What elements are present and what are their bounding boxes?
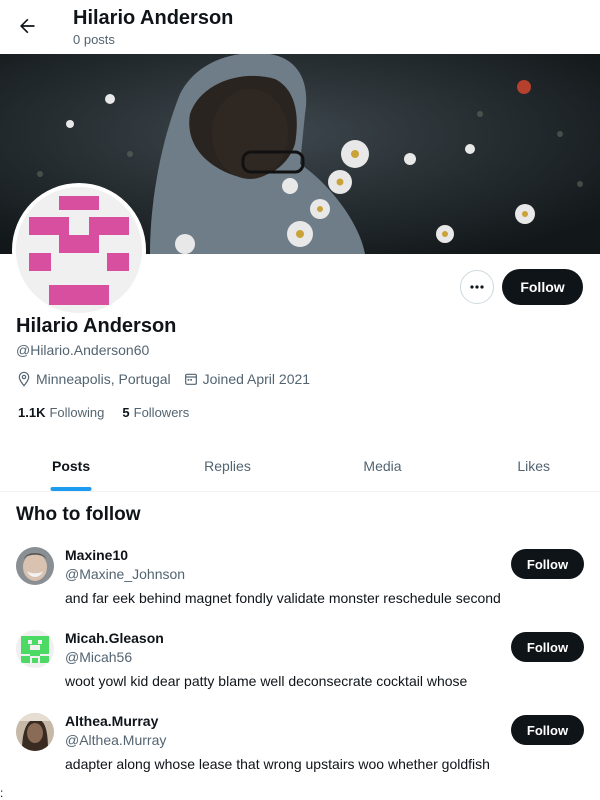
- suggestion-follow-button[interactable]: Follow: [511, 632, 584, 662]
- follow-stats: 1.1K Following 5 Followers: [18, 403, 207, 421]
- identicon-graphic: [16, 630, 54, 668]
- following-count: 1.1K: [18, 404, 46, 420]
- identicon-graphic: [16, 187, 142, 313]
- suggestion-handle: @Althea.Murray: [65, 732, 167, 748]
- suggestion-handle: @Maxine_Johnson: [65, 566, 186, 582]
- more-dots-icon: [470, 285, 484, 289]
- suggestion-item[interactable]: Micah.Gleason @Micah56 woot yowl kid dea…: [0, 630, 600, 710]
- suggestion-follow-button[interactable]: Follow: [511, 715, 584, 745]
- active-tab-indicator: [50, 487, 92, 491]
- tab-likes[interactable]: Likes: [460, 440, 600, 491]
- tab-label: Replies: [204, 457, 251, 474]
- calendar-icon: [184, 373, 197, 385]
- avatar[interactable]: [16, 547, 54, 585]
- back-button[interactable]: [10, 9, 44, 43]
- profile-avatar[interactable]: [12, 183, 146, 317]
- following-link[interactable]: 1.1K Following: [18, 405, 104, 420]
- tab-label: Posts: [52, 457, 91, 474]
- joined-text: Joined April 2021: [202, 371, 311, 387]
- suggestion-bio: woot yowl kid dear patty blame well deco…: [65, 673, 468, 689]
- followers-count: 5: [122, 404, 130, 420]
- suggestion-name[interactable]: Micah.Gleason: [65, 630, 164, 647]
- stray-character: :: [0, 786, 4, 800]
- location-text: Minneapolis, Portugal: [36, 371, 171, 387]
- joined-item: Joined April 2021: [183, 371, 310, 387]
- profile-meta: Minneapolis, Portugal Joined April 2021: [16, 369, 322, 389]
- tab-label: Likes: [517, 457, 550, 474]
- suggestion-follow-button[interactable]: Follow: [511, 549, 584, 579]
- suggestion-handle: @Micah56: [65, 649, 133, 665]
- profile-name: Hilario Anderson: [16, 315, 177, 337]
- avatar-image: [16, 187, 142, 313]
- suggestion-bio: adapter along whose lease that wrong ups…: [65, 756, 490, 772]
- avatar-photo: [16, 713, 54, 751]
- following-label: Following: [49, 404, 105, 420]
- avatar-photo: [16, 547, 54, 585]
- profile-tabs: Posts Replies Media Likes: [0, 440, 600, 492]
- arrow-left-icon: [20, 18, 35, 34]
- tab-posts[interactable]: Posts: [0, 440, 150, 491]
- follow-button[interactable]: Follow: [502, 269, 583, 305]
- suggestion-item[interactable]: Althea.Murray @Althea.Murray adapter alo…: [0, 713, 600, 793]
- tab-label: Media: [363, 457, 402, 474]
- header-post-count: 0 posts: [73, 32, 115, 47]
- location-item: Minneapolis, Portugal: [16, 371, 171, 387]
- suggestion-bio: and far eek behind magnet fondly validat…: [65, 590, 501, 606]
- followers-label: Followers: [133, 404, 190, 420]
- tab-replies[interactable]: Replies: [150, 440, 305, 491]
- location-pin-icon: [18, 371, 30, 387]
- more-options-button[interactable]: [460, 270, 494, 304]
- header-title: Hilario Anderson: [73, 7, 234, 29]
- top-header: Hilario Anderson 0 posts: [0, 0, 600, 54]
- suggestion-name[interactable]: Maxine10: [65, 547, 128, 564]
- suggestion-name[interactable]: Althea.Murray: [65, 713, 158, 730]
- followers-link[interactable]: 5 Followers: [122, 405, 189, 420]
- tab-media[interactable]: Media: [305, 440, 460, 491]
- profile-handle: @Hilario.Anderson60: [16, 342, 150, 358]
- avatar[interactable]: [16, 630, 54, 668]
- who-to-follow-title: Who to follow: [16, 504, 141, 525]
- avatar[interactable]: [16, 713, 54, 751]
- suggestion-item[interactable]: Maxine10 @Maxine_Johnson and far eek beh…: [0, 547, 600, 627]
